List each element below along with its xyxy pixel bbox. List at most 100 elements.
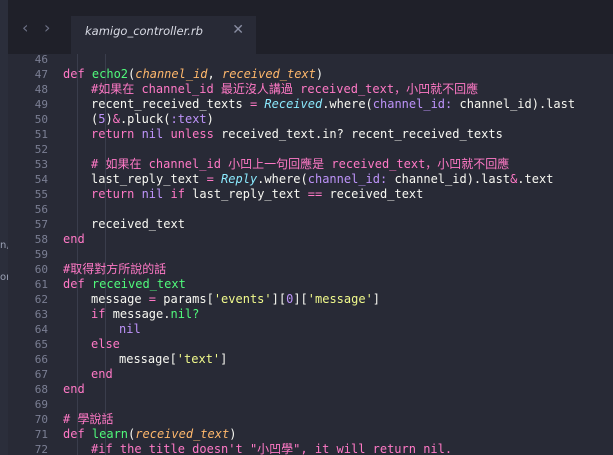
line-number: 48 <box>34 83 48 96</box>
code-token: def <box>63 427 92 441</box>
code-token: return <box>91 127 142 141</box>
code-line[interactable]: 57 received_text <box>8 217 613 232</box>
code-text: if message.nil? <box>91 307 199 322</box>
line-number: 61 <box>34 278 48 291</box>
code-text: message = params['events'][0]['message'] <box>91 292 380 307</box>
code-token: # 如果在 channel_id 小凹上一句回應是 received_text，… <box>91 157 510 171</box>
code-token: ][ <box>293 292 308 306</box>
close-icon[interactable]: ✕ <box>232 22 244 38</box>
code-text: nil <box>119 322 141 337</box>
code-line[interactable]: 70 # 學說話 <box>8 412 613 427</box>
code-token: == <box>307 187 330 201</box>
code-line[interactable]: 63 if message.nil? <box>8 307 613 322</box>
code-text: message['text'] <box>119 352 227 367</box>
code-line[interactable]: 71 def learn(received_text) <box>8 427 613 442</box>
code-line[interactable]: 60 #取得對方所說的話 <box>8 262 613 277</box>
code-token: last_reply_text <box>91 172 207 186</box>
code-line[interactable]: 69 <box>8 397 613 412</box>
code-text: def learn(received_text) <box>63 427 236 442</box>
code-line[interactable]: 62 message = params['events'][0]['message… <box>8 292 613 307</box>
code-token: 'message' <box>307 292 373 306</box>
code-token: unless <box>170 127 222 141</box>
line-number: 51 <box>34 128 48 141</box>
code-token: Reply <box>221 172 258 186</box>
code-line[interactable]: 56 <box>8 202 613 217</box>
code-line[interactable]: 59 <box>8 247 613 262</box>
code-token: end <box>63 382 85 396</box>
code-line[interactable]: 65 else <box>8 337 613 352</box>
code-line[interactable]: 50 (5)&.pluck(:text) <box>8 112 613 127</box>
code-token: def <box>63 67 92 81</box>
code-token: channel_id: <box>372 97 453 111</box>
code-token: if <box>170 187 193 201</box>
line-number: 59 <box>34 248 48 261</box>
code-text: def echo2(channel_id, received_text) <box>63 67 323 82</box>
code-line[interactable]: 64 nil <box>8 322 613 337</box>
code-line[interactable]: 55 return nil if last_reply_text == recei… <box>8 187 613 202</box>
code-line[interactable]: 54 last_reply_text = Reply.where(channel_… <box>8 172 613 187</box>
code-token: nil? <box>170 307 200 321</box>
code-token: message[ <box>119 352 177 366</box>
code-token: channel_id).last <box>387 172 511 186</box>
code-text: # 學說話 <box>63 412 113 427</box>
code-line[interactable]: 58 end <box>8 232 613 247</box>
line-number: 56 <box>34 203 48 216</box>
code-token: end <box>91 367 113 381</box>
tab-kamigo-controller[interactable]: kamigo_controller.rb ✕ <box>71 16 256 54</box>
code-token: channel_id <box>135 67 208 81</box>
code-line[interactable]: 66 message['text'] <box>8 352 613 367</box>
code-token: received_text.in? recent_received_texts <box>221 127 503 141</box>
code-line[interactable]: 52 <box>8 142 613 157</box>
line-number: 55 <box>34 188 48 201</box>
code-token: received_text <box>135 427 230 441</box>
code-token: recent_received_texts <box>91 97 250 111</box>
code-token: learn <box>91 427 129 441</box>
line-number: 46 <box>34 54 48 66</box>
code-token: received_text <box>329 187 424 201</box>
line-number: 72 <box>34 443 48 455</box>
code-line[interactable]: 46 <box>8 54 613 67</box>
code-token: if <box>91 307 113 321</box>
editor-window: n, or ‹ › kamigo_controller.rb ✕ 46 47 def… <box>0 0 613 455</box>
code-line[interactable]: 47 def echo2(channel_id, received_text) <box>8 67 613 82</box>
code-line[interactable]: 49 recent_received_texts = Received.where… <box>8 97 613 112</box>
line-number: 52 <box>34 143 48 156</box>
code-token: params[ <box>163 292 214 306</box>
code-line[interactable]: 48 #如果在 channel_id 最近沒人講過 received_text，小… <box>8 82 613 97</box>
line-number: 50 <box>34 113 48 126</box>
line-number: 67 <box>34 368 48 381</box>
chevron-right-icon[interactable]: › <box>44 20 58 36</box>
code-token: received_text <box>91 277 186 291</box>
code-text: received_text <box>91 217 185 232</box>
code-text: end <box>91 367 113 382</box>
code-editor[interactable]: 46 47 def echo2(channel_id, received_text)… <box>8 54 613 455</box>
code-line[interactable]: 72 #if the title doesn't "小凹學", it will r… <box>8 442 613 455</box>
line-number: 69 <box>34 398 48 411</box>
code-token: ] <box>372 292 381 306</box>
line-number: 62 <box>34 293 48 306</box>
code-line[interactable]: 67 end <box>8 367 613 382</box>
code-line[interactable]: 51 return nil unless received_text.in? re… <box>8 127 613 142</box>
code-token: echo2 <box>91 67 129 81</box>
line-number: 60 <box>34 263 48 276</box>
code-line[interactable]: 53 # 如果在 channel_id 小凹上一句回應是 received_tex… <box>8 157 613 172</box>
code-token: received_text <box>91 217 185 231</box>
code-text: return nil if last_reply_text == receive… <box>91 187 423 202</box>
code-text: last_reply_text = Reply.where(channel_id… <box>91 172 553 187</box>
code-token: last_reply_text <box>192 187 308 201</box>
code-token: 'text' <box>176 352 221 366</box>
code-text: #if the title doesn't "小凹學", it will ret… <box>91 442 452 455</box>
code-token: #取得對方所說的話 <box>63 262 167 276</box>
code-line[interactable]: 61 def received_text <box>8 277 613 292</box>
code-token: channel_id).last <box>452 97 576 111</box>
line-number: 49 <box>34 98 48 111</box>
code-token: , <box>207 67 222 81</box>
code-text: # 如果在 channel_id 小凹上一句回應是 received_text，… <box>91 157 509 172</box>
code-token: .where( <box>322 97 373 111</box>
code-line[interactable]: 68 end <box>8 382 613 397</box>
code-token: nil <box>141 127 171 141</box>
code-text: end <box>63 232 85 247</box>
code-token: ) <box>206 112 214 126</box>
code-token: channel_id: <box>307 172 388 186</box>
chevron-left-icon[interactable]: ‹ <box>22 20 36 36</box>
